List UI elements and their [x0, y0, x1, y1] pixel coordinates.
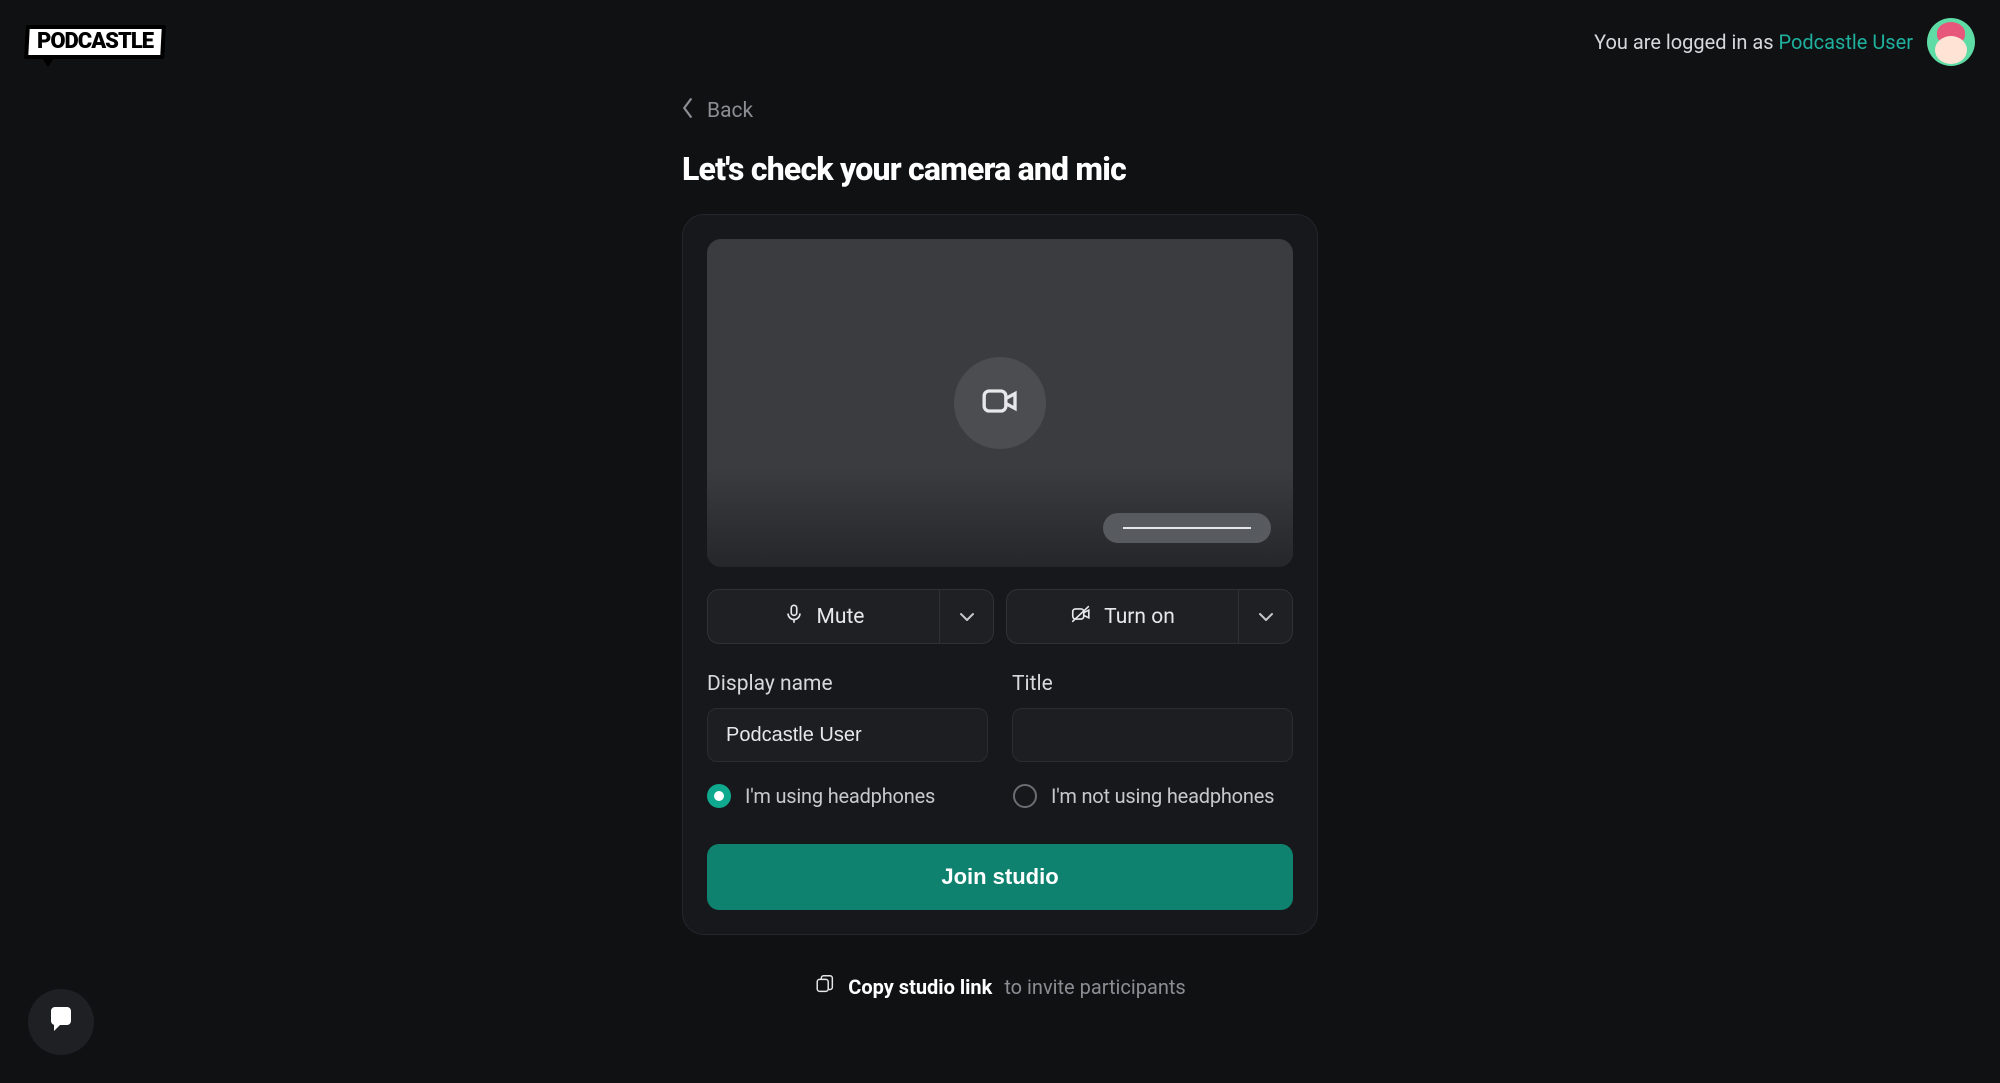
turn-on-camera-button[interactable]: Turn on: [1007, 590, 1238, 643]
headphones-no-label: I'm not using headphones: [1051, 784, 1274, 808]
join-studio-label: Join studio: [941, 864, 1058, 889]
chevron-down-icon: [1258, 607, 1274, 626]
display-name-input[interactable]: [707, 708, 988, 762]
app-logo-text: PODCASTLE: [37, 31, 153, 53]
copy-link-label: Copy studio link: [848, 975, 992, 999]
mute-button[interactable]: Mute: [708, 590, 939, 643]
login-status: You are logged in as Podcastle User: [1594, 18, 1975, 66]
login-username: Podcastle User: [1779, 30, 1914, 54]
back-button[interactable]: Back: [682, 98, 1318, 124]
turn-on-label: Turn on: [1104, 605, 1175, 629]
mic-device-dropdown[interactable]: [939, 590, 993, 643]
camera-off-placeholder: [954, 357, 1046, 449]
headphones-yes-label: I'm using headphones: [745, 784, 935, 808]
mic-level-meter: [1103, 513, 1271, 543]
mute-split-button: Mute: [707, 589, 994, 644]
radio-dot-icon: [707, 784, 731, 808]
chevron-down-icon: [959, 607, 975, 626]
title-label: Title: [1012, 672, 1293, 696]
chevron-left-icon: [682, 98, 693, 124]
back-label: Back: [707, 99, 753, 123]
login-status-text: You are logged in as Podcastle User: [1594, 30, 1913, 54]
radio-dot-icon: [1013, 784, 1037, 808]
chat-icon: [45, 1004, 77, 1040]
copy-link-hint: to invite participants: [1004, 975, 1185, 999]
display-name-label: Display name: [707, 672, 988, 696]
device-check-card: Mute Turn on: [682, 214, 1318, 935]
headphones-no-radio[interactable]: I'm not using headphones: [1013, 784, 1293, 808]
camera-icon: [980, 381, 1020, 425]
page-title: Let's check your camera and mic: [682, 150, 1318, 188]
app-logo[interactable]: PODCASTLE: [24, 25, 166, 59]
support-chat-button[interactable]: [28, 989, 94, 1055]
camera-preview: [707, 239, 1293, 567]
camera-off-icon: [1070, 603, 1092, 631]
copy-link-row[interactable]: Copy studio link to invite participants: [682, 973, 1318, 1000]
join-studio-button[interactable]: Join studio: [707, 844, 1293, 910]
headphones-yes-radio[interactable]: I'm using headphones: [707, 784, 987, 808]
login-prefix: You are logged in as: [1594, 30, 1778, 54]
mute-label: Mute: [817, 605, 865, 629]
copy-icon: [814, 973, 836, 1000]
microphone-icon: [783, 603, 805, 631]
title-input[interactable]: [1012, 708, 1293, 762]
camera-device-dropdown[interactable]: [1238, 590, 1292, 643]
camera-split-button: Turn on: [1006, 589, 1293, 644]
avatar[interactable]: [1927, 18, 1975, 66]
